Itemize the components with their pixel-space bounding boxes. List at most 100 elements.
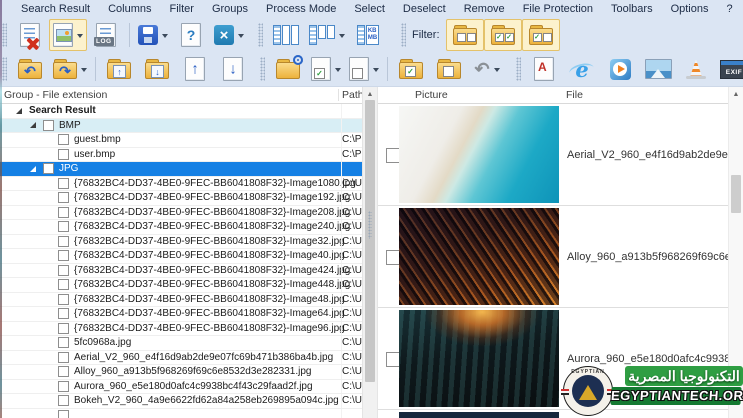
expand-triangle-icon[interactable] (30, 122, 36, 129)
expand-triangle-icon[interactable] (30, 165, 36, 172)
text-viewer-button[interactable]: A (525, 53, 563, 85)
log-button[interactable]: LOG (87, 19, 125, 51)
help-button[interactable] (172, 19, 210, 51)
file-move-up-button[interactable] (176, 53, 214, 85)
row-checkbox[interactable] (58, 235, 69, 247)
row-checkbox[interactable] (58, 177, 69, 189)
menu-item-options[interactable]: Options (662, 3, 718, 15)
row-checkbox[interactable] (58, 134, 69, 146)
column-header-picture[interactable]: Picture (415, 89, 566, 101)
exif-button[interactable]: EXIF (715, 53, 743, 85)
picture-view-mode-button[interactable] (49, 19, 87, 51)
row-checkbox[interactable] (58, 206, 69, 218)
toolbar-grip[interactable] (516, 57, 521, 81)
scrollbar-thumb[interactable] (731, 175, 741, 213)
file-move-down-button[interactable] (214, 53, 252, 85)
row-checkbox[interactable] (58, 192, 69, 204)
menu-item-[interactable]: ? (718, 3, 742, 15)
scroll-up-arrow-icon[interactable]: ▲ (363, 87, 377, 101)
row-checkbox[interactable] (58, 395, 69, 407)
size-units-button[interactable]: KB MB (349, 19, 387, 51)
delete-search-results-button[interactable] (11, 19, 49, 51)
tree-row-file[interactable] (0, 408, 362, 418)
menu-item-select[interactable]: Select (345, 3, 394, 15)
scrollbar-thumb[interactable] (365, 100, 375, 382)
tree-row-file[interactable]: {76832BC4-DD37-4BE0-9FEC-BB6041808F32}-I… (0, 176, 362, 191)
scroll-up-arrow-icon[interactable]: ▲ (729, 87, 743, 101)
layout-columns-button[interactable] (267, 19, 305, 51)
deselect-files-button[interactable] (345, 53, 383, 85)
tree-row-file[interactable]: {76832BC4-DD37-4BE0-9FEC-BB6041808F32}-I… (0, 263, 362, 278)
row-checkbox[interactable] (58, 322, 69, 334)
menu-item-search-result[interactable]: Search Result (12, 3, 99, 15)
filter-folders-checked-button[interactable] (483, 19, 522, 51)
save-button[interactable] (134, 19, 172, 51)
row-checkbox[interactable] (58, 279, 69, 291)
tree-row-file[interactable]: {76832BC4-DD37-4BE0-9FEC-BB6041808F32}-I… (0, 292, 362, 307)
tree-row-file[interactable]: Aurora_960_e5e180d0afc4c9938bc4f43c29faa… (0, 379, 362, 394)
filter-folders-unchecked-button[interactable] (445, 19, 484, 51)
image-viewer-button[interactable] (639, 53, 677, 85)
menu-item-file-protection[interactable]: File Protection (514, 3, 602, 15)
tree-row-group[interactable]: BMP (0, 118, 362, 133)
folder-move-up-button[interactable] (100, 53, 138, 85)
deselect-folder-button[interactable] (430, 53, 468, 85)
toolbar-grip[interactable] (401, 23, 406, 47)
tree-row-file[interactable]: {76832BC4-DD37-4BE0-9FEC-BB6041808F32}-I… (0, 321, 362, 336)
toolbar-grip[interactable] (2, 23, 7, 47)
folder-move-down-button[interactable] (138, 53, 176, 85)
tree-row-file[interactable]: {76832BC4-DD37-4BE0-9FEC-BB6041808F32}-I… (0, 205, 362, 220)
thumbnail-bokeh[interactable] (399, 412, 559, 418)
select-folder-button[interactable] (392, 53, 430, 85)
thumbnail-aerial[interactable] (399, 106, 559, 203)
browser-button[interactable]: e (563, 53, 601, 85)
menu-item-remove[interactable]: Remove (455, 3, 514, 15)
tree-row-root[interactable]: Search Result (0, 104, 362, 119)
expand-triangle-icon[interactable] (16, 107, 22, 114)
tree-row-file[interactable]: {76832BC4-DD37-4BE0-9FEC-BB6041808F32}-I… (0, 234, 362, 249)
thumbnail-aurora[interactable] (399, 310, 559, 407)
menu-item-groups[interactable]: Groups (203, 3, 257, 15)
menu-item-deselect[interactable]: Deselect (394, 3, 455, 15)
tree-row-file[interactable]: Bokeh_V2_960_4a9e6622fd62a84a258eb269895… (0, 394, 362, 409)
row-checkbox[interactable] (58, 264, 69, 276)
menu-item-columns[interactable]: Columns (99, 3, 160, 15)
row-checkbox[interactable] (58, 293, 69, 305)
tree-row-file[interactable]: Aerial_V2_960_e4f16d9ab2de9e07fc69b471b3… (0, 350, 362, 365)
folder-back-button[interactable] (11, 53, 49, 85)
picture-row[interactable]: Alloy_960_a913b5f968269f69c6e8532d3e (378, 206, 728, 308)
folder-forward-button[interactable] (49, 53, 91, 85)
column-header-group[interactable]: Group - File extension (0, 89, 338, 101)
row-checkbox[interactable] (43, 119, 54, 131)
row-checkbox[interactable] (43, 163, 54, 175)
row-checkbox[interactable] (58, 148, 69, 160)
column-header-file[interactable]: File (566, 89, 728, 101)
row-checkbox[interactable] (58, 366, 69, 378)
tree-row-file[interactable]: guest.bmp C:\P (0, 133, 362, 148)
select-files-button[interactable] (307, 53, 345, 85)
tree-row-file[interactable]: Alloy_960_a913b5f968269f69c6e8532d3e2823… (0, 365, 362, 380)
row-checkbox[interactable] (58, 351, 69, 363)
row-checkbox[interactable] (58, 380, 69, 392)
tree-row-file[interactable]: {76832BC4-DD37-4BE0-9FEC-BB6041808F32}-I… (0, 278, 362, 293)
folder-settings-button[interactable] (269, 53, 307, 85)
tree-row-file[interactable]: {76832BC4-DD37-4BE0-9FEC-BB6041808F32}-I… (0, 220, 362, 235)
menu-item-process-mode[interactable]: Process Mode (257, 3, 345, 15)
toolbar-grip[interactable] (2, 57, 7, 81)
undo-button[interactable] (468, 53, 506, 85)
filter-folders-mixed-button[interactable] (521, 19, 560, 51)
toolbar-grip[interactable] (258, 23, 263, 47)
picture-row[interactable]: Aerial_V2_960_e4f16d9ab2de9e07fc69b4 (378, 104, 728, 206)
thumbnail-alloy[interactable] (399, 208, 559, 305)
row-checkbox[interactable] (58, 409, 69, 418)
row-checkbox[interactable] (58, 308, 69, 320)
toolbar-grip[interactable] (260, 57, 265, 81)
tree-row-file[interactable]: user.bmp C:\P (0, 147, 362, 162)
close-button[interactable] (210, 19, 248, 51)
tree-row-file[interactable]: {76832BC4-DD37-4BE0-9FEC-BB6041808F32}-I… (0, 191, 362, 206)
menu-item-filter[interactable]: Filter (161, 3, 203, 15)
tree-row-file[interactable]: 5fc0968a.jpg C:\U (0, 336, 362, 351)
menu-item-toolbars[interactable]: Toolbars (602, 3, 662, 15)
tree-row-file[interactable]: {76832BC4-DD37-4BE0-9FEC-BB6041808F32}-I… (0, 307, 362, 322)
media-player-button[interactable] (601, 53, 639, 85)
